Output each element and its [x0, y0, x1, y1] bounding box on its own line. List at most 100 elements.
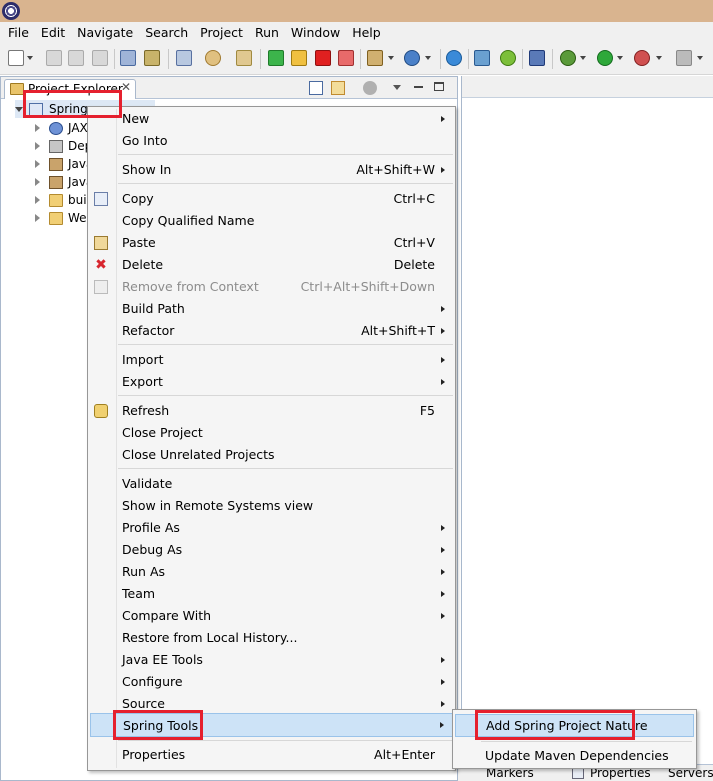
publish-icon[interactable] — [404, 50, 420, 66]
menu-item-java-ee-tools[interactable]: Java EE Tools — [90, 649, 453, 671]
external-tools-dropdown-icon[interactable] — [656, 56, 662, 60]
chevron-right-icon[interactable] — [35, 214, 40, 222]
tab-project-explorer[interactable]: Project Explorer ✕ — [4, 79, 136, 99]
eclipse-app-icon[interactable] — [2, 2, 20, 20]
menu-item-build-path[interactable]: Build Path — [90, 298, 453, 320]
chevron-down-icon[interactable] — [15, 107, 23, 112]
stop-dropdown-icon[interactable] — [697, 56, 703, 60]
menu-item-close-project[interactable]: Close Project — [90, 422, 453, 444]
paste-icon — [94, 236, 108, 250]
link-with-editor-icon[interactable] — [331, 81, 345, 95]
menu-item-debug-as[interactable]: Debug As — [90, 539, 453, 561]
terminate-icon[interactable] — [315, 50, 331, 66]
menu-window[interactable]: Window — [285, 22, 346, 43]
step-icon[interactable] — [236, 50, 252, 66]
submenu-arrow-icon — [441, 328, 445, 334]
collapse-all-icon[interactable] — [309, 81, 323, 95]
menu-search[interactable]: Search — [139, 22, 194, 43]
menu-item-copy-qualified-name[interactable]: Copy Qualified Name — [90, 210, 453, 232]
chevron-right-icon[interactable] — [35, 178, 40, 186]
menu-item-restore-local-history[interactable]: Restore from Local History... — [90, 627, 453, 649]
menu-navigate[interactable]: Navigate — [71, 22, 139, 43]
stop-icon[interactable] — [676, 50, 692, 66]
debug-pin-icon[interactable] — [529, 50, 545, 66]
new-server-dropdown-icon[interactable] — [388, 56, 394, 60]
menu-item-refresh[interactable]: Refresh F5 — [90, 400, 453, 422]
menu-item-show-in-remote-systems[interactable]: Show in Remote Systems view — [90, 495, 453, 517]
suspend-icon[interactable] — [291, 50, 307, 66]
menu-run[interactable]: Run — [249, 22, 285, 43]
menu-item-validate[interactable]: Validate — [90, 473, 453, 495]
tree-node-java-resources[interactable]: Java — [35, 155, 95, 173]
project-explorer-icon — [10, 83, 24, 95]
menu-item-shortcut: Alt+Shift+W — [356, 162, 435, 177]
new-dropdown-icon[interactable] — [27, 56, 33, 60]
chevron-right-icon[interactable] — [35, 124, 40, 132]
menu-item-run-as[interactable]: Run As — [90, 561, 453, 583]
menu-item-refactor[interactable]: Refactor Alt+Shift+T — [90, 320, 453, 342]
menu-help[interactable]: Help — [346, 22, 387, 43]
minimize-icon[interactable] — [414, 86, 423, 88]
menu-item-export[interactable]: Export — [90, 371, 453, 393]
view-menu-icon[interactable] — [393, 85, 401, 90]
tree-node-jax[interactable]: JAX — [35, 119, 95, 137]
close-icon[interactable]: ✕ — [121, 80, 131, 94]
save-icon[interactable] — [46, 50, 62, 66]
menu-item-update-maven-dependencies[interactable]: Update Maven Dependencies — [455, 744, 694, 767]
menu-item-close-unrelated-projects[interactable]: Close Unrelated Projects — [90, 444, 453, 466]
tree-node-webcontent[interactable]: We — [35, 209, 95, 227]
submenu-arrow-icon — [441, 525, 445, 531]
menu-item-properties[interactable]: Properties Alt+Enter — [90, 744, 453, 766]
tree-node-build[interactable]: bui — [35, 191, 95, 209]
tree-node-deployment[interactable]: Dep — [35, 137, 95, 155]
refresh-icon[interactable] — [205, 50, 221, 66]
menu-item-spring-tools[interactable]: Spring Tools — [90, 713, 453, 737]
menu-item-remove-from-context[interactable]: Remove from Context Ctrl+Alt+Shift+Down — [90, 276, 453, 298]
publish-dropdown-icon[interactable] — [425, 56, 431, 60]
debug-icon[interactable] — [560, 50, 576, 66]
spring-icon[interactable] — [500, 50, 516, 66]
focus-task-icon[interactable] — [363, 81, 377, 95]
menu-item-import[interactable]: Import — [90, 349, 453, 371]
save-all-icon[interactable] — [68, 50, 84, 66]
menu-item-add-spring-project-nature[interactable]: Add Spring Project Nature — [455, 714, 694, 737]
tab-title: Project Explorer — [28, 82, 123, 96]
menu-item-profile-as[interactable]: Profile As — [90, 517, 453, 539]
menu-item-delete[interactable]: ✖ Delete Delete — [90, 254, 453, 276]
back-icon[interactable] — [176, 50, 192, 66]
menu-item-configure[interactable]: Configure — [90, 671, 453, 693]
web-browser-icon[interactable] — [446, 50, 462, 66]
menu-item-copy[interactable]: Copy Ctrl+C — [90, 188, 453, 210]
print-icon[interactable] — [92, 50, 108, 66]
run-dropdown-icon[interactable] — [617, 56, 623, 60]
toolbar-separator — [468, 49, 469, 69]
menu-item-new[interactable]: New — [90, 108, 453, 130]
open-task-icon[interactable] — [144, 50, 160, 66]
external-tools-icon[interactable] — [634, 50, 650, 66]
maximize-icon[interactable] — [434, 82, 444, 91]
menu-item-team[interactable]: Team — [90, 583, 453, 605]
menu-item-source[interactable]: Source — [90, 693, 453, 715]
new-server-icon[interactable] — [367, 50, 383, 66]
menu-item-paste[interactable]: Paste Ctrl+V — [90, 232, 453, 254]
chevron-right-icon[interactable] — [35, 160, 40, 168]
chevron-right-icon[interactable] — [35, 142, 40, 150]
chevron-right-icon[interactable] — [35, 196, 40, 204]
menu-item-shortcut: Alt+Enter — [374, 747, 435, 762]
menu-edit[interactable]: Edit — [35, 22, 71, 43]
tree-node-java-lib[interactable]: Java — [35, 173, 95, 191]
resume-icon[interactable] — [268, 50, 284, 66]
run-icon[interactable] — [597, 50, 613, 66]
disconnect-icon[interactable] — [338, 50, 354, 66]
debug-dropdown-icon[interactable] — [580, 56, 586, 60]
remote-systems-icon[interactable] — [474, 50, 490, 66]
menu-file[interactable]: File — [2, 22, 35, 43]
menu-item-show-in[interactable]: Show In Alt+Shift+W — [90, 159, 453, 181]
menu-item-label: Run As — [122, 564, 166, 579]
menu-project[interactable]: Project — [194, 22, 249, 43]
open-type-icon[interactable] — [120, 50, 136, 66]
new-wizard-icon[interactable] — [8, 50, 24, 66]
menu-item-label: Configure — [122, 674, 183, 689]
menu-item-compare-with[interactable]: Compare With — [90, 605, 453, 627]
menu-item-go-into[interactable]: Go Into — [90, 130, 453, 152]
